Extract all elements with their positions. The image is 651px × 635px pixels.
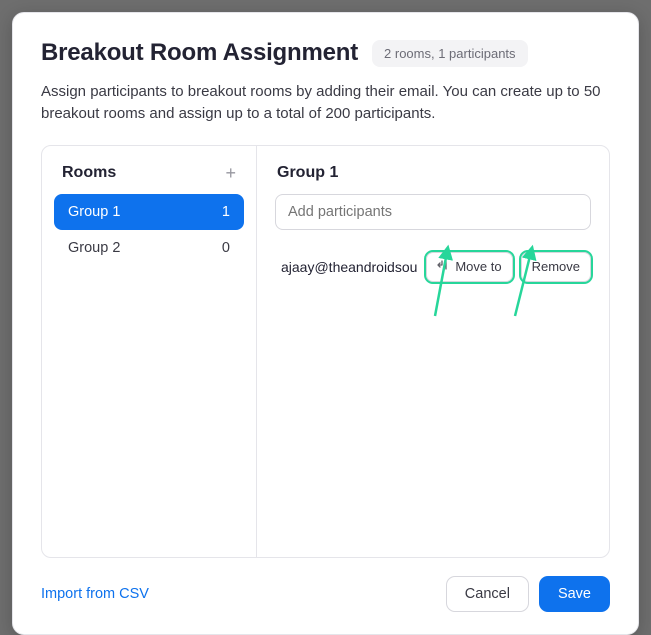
room-item-label: Group 2 <box>68 240 120 256</box>
move-to-icon <box>437 259 449 274</box>
move-to-label: Move to <box>455 259 501 274</box>
import-csv-link[interactable]: Import from CSV <box>41 586 149 602</box>
room-item-count: 0 <box>222 240 230 256</box>
save-button[interactable]: Save <box>539 576 610 612</box>
room-item-group-1[interactable]: Group 1 1 <box>54 194 244 230</box>
room-count-badge: 2 rooms, 1 participants <box>372 40 528 67</box>
cancel-button[interactable]: Cancel <box>446 576 529 612</box>
page-title: Breakout Room Assignment <box>41 39 358 67</box>
rooms-panel: Rooms + Group 1 1 Group 2 0 <box>42 146 257 558</box>
room-item-count: 1 <box>222 204 230 220</box>
modal-footer: Import from CSV Cancel Save <box>41 576 610 612</box>
rooms-heading: Rooms <box>62 164 116 182</box>
panels: Rooms + Group 1 1 Group 2 0 Group 1 ajaa… <box>41 145 610 559</box>
move-to-button[interactable]: Move to <box>426 252 512 282</box>
breakout-assignment-modal: Breakout Room Assignment 2 rooms, 1 part… <box>12 12 639 635</box>
room-item-label: Group 1 <box>68 204 120 220</box>
add-participants-input[interactable] <box>275 194 591 230</box>
participant-email: ajaay@theandroidsou <box>281 259 418 275</box>
add-room-icon[interactable]: + <box>225 164 236 182</box>
participant-row: ajaay@theandroidsou Move to Remove <box>275 252 591 282</box>
detail-heading: Group 1 <box>277 164 591 182</box>
modal-header: Breakout Room Assignment 2 rooms, 1 part… <box>41 39 610 67</box>
room-item-group-2[interactable]: Group 2 0 <box>54 230 244 266</box>
description-text: Assign participants to breakout rooms by… <box>41 81 601 125</box>
detail-panel: Group 1 ajaay@theandroidsou Move to Remo… <box>257 146 609 558</box>
remove-button[interactable]: Remove <box>521 252 591 282</box>
remove-label: Remove <box>532 259 580 274</box>
